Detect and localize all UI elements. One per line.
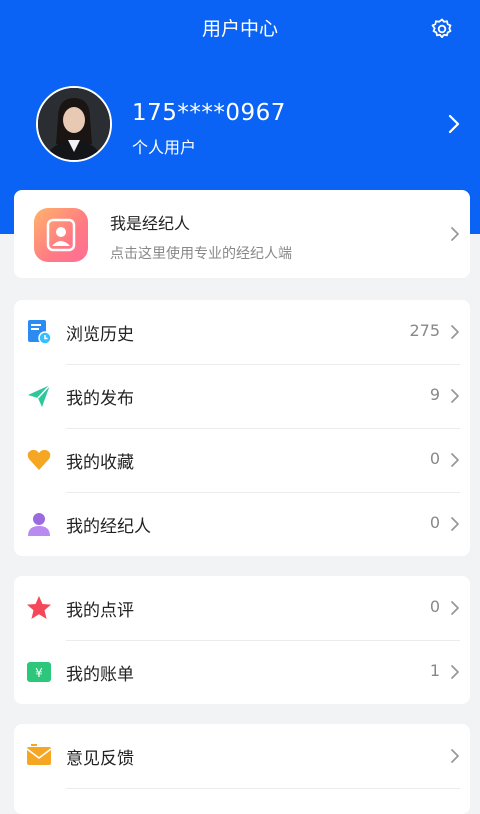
profile-section[interactable]: 175****0967 个人用户	[36, 86, 466, 166]
menu-group-account: 我的点评 0 ¥ 我的账单 1	[14, 576, 470, 704]
chevron-right-icon	[451, 601, 459, 615]
menu-item-my-agent[interactable]: 我的经纪人 0	[14, 492, 470, 556]
reviews-count: 0	[429, 597, 440, 616]
chevron-right-icon[interactable]	[448, 114, 460, 134]
feedback-icon	[26, 744, 52, 765]
bills-count: 1	[429, 661, 440, 680]
page-title: 用户中心	[201, 18, 278, 40]
chevron-right-icon	[451, 389, 459, 403]
menu-item-history[interactable]: 浏览历史 275	[14, 300, 470, 364]
agent-icon	[34, 208, 88, 262]
phone-number: 175****0967	[132, 100, 286, 126]
star-icon	[27, 596, 51, 619]
favorites-count: 0	[429, 449, 440, 468]
avatar[interactable]	[36, 86, 112, 162]
heart-icon	[27, 449, 51, 470]
menu-item-label: 浏览历史	[66, 325, 134, 345]
chevron-right-icon	[451, 665, 459, 679]
divider	[66, 788, 460, 789]
agent-card[interactable]: 我是经纪人 点击这里使用专业的经纪人端	[14, 190, 470, 278]
chevron-right-icon	[451, 517, 459, 531]
chevron-right-icon	[451, 325, 459, 339]
menu-item-label: 我的经纪人	[66, 517, 151, 537]
avatar-portrait	[38, 88, 110, 160]
menu-item-my-posts[interactable]: 我的发布 9	[14, 364, 470, 428]
menu-item-label: 我的收藏	[66, 453, 134, 473]
agent-card-title: 我是经纪人	[110, 214, 191, 233]
menu-item-bills[interactable]: ¥ 我的账单 1	[14, 640, 470, 704]
history-icon	[28, 320, 52, 345]
chevron-right-icon	[451, 749, 459, 763]
svg-text:¥: ¥	[35, 666, 43, 680]
gear-icon[interactable]	[430, 17, 454, 41]
user-type-label: 个人用户	[132, 138, 197, 157]
menu-item-reviews[interactable]: 我的点评 0	[14, 576, 470, 640]
bill-icon: ¥	[27, 662, 51, 682]
history-count: 275	[409, 321, 440, 340]
agent-card-subtitle: 点击这里使用专业的经纪人端	[110, 246, 292, 262]
paper-plane-icon	[28, 384, 51, 407]
menu-item-label: 意见反馈	[66, 749, 134, 769]
posts-count: 9	[429, 385, 440, 404]
menu-group-activity: 浏览历史 275 我的发布 9 我的收藏 0 我的经纪人 0	[14, 300, 470, 556]
person-icon	[28, 513, 50, 536]
agent-count: 0	[429, 513, 440, 532]
chevron-right-icon	[451, 453, 459, 467]
chevron-right-icon	[451, 227, 459, 241]
menu-item-label: 我的发布	[66, 389, 134, 409]
menu-item-feedback[interactable]: 意见反馈	[14, 724, 470, 788]
menu-item-label: 我的点评	[66, 601, 134, 621]
menu-item-favorites[interactable]: 我的收藏 0	[14, 428, 470, 492]
menu-item-label: 我的账单	[66, 665, 134, 685]
menu-group-feedback: 意见反馈	[14, 724, 470, 814]
